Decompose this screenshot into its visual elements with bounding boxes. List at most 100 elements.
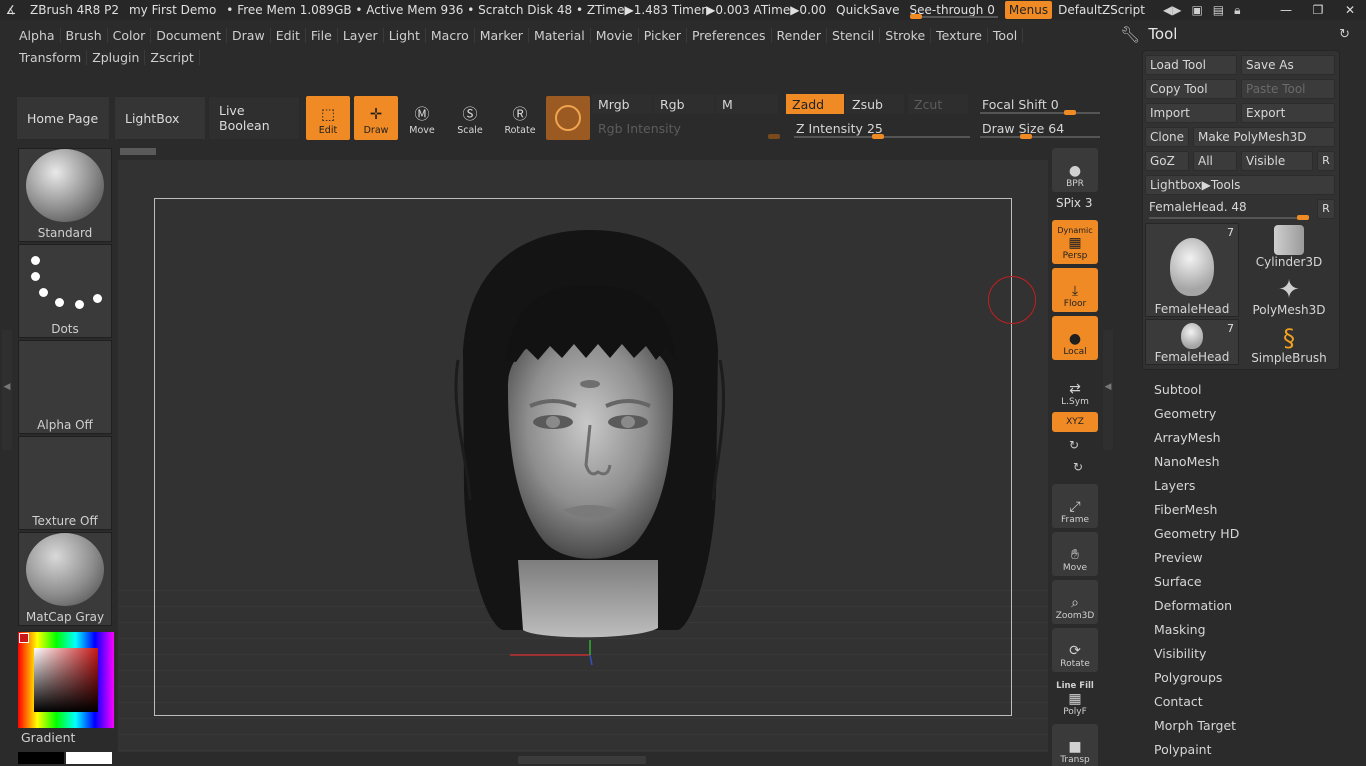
- menu-texture[interactable]: Texture: [931, 27, 988, 43]
- m-button[interactable]: M: [716, 94, 778, 114]
- menu-tool[interactable]: Tool: [988, 27, 1024, 43]
- menu-light[interactable]: Light: [384, 27, 426, 43]
- lightbox-button[interactable]: LightBox: [114, 96, 206, 140]
- menu-render[interactable]: Render: [772, 27, 828, 43]
- material-swatch[interactable]: [546, 96, 590, 140]
- menus-toggle-button[interactable]: Menus: [1004, 1, 1053, 19]
- rgb-intensity-knob[interactable]: [768, 134, 780, 139]
- rotate-mode-button[interactable]: Ⓡ Rotate: [498, 96, 542, 140]
- menu-macro[interactable]: Macro: [426, 27, 475, 43]
- rgb-button[interactable]: Rgb: [654, 94, 714, 114]
- left-tray-toggle[interactable]: ◀: [2, 330, 12, 450]
- paste-tool-button[interactable]: Paste Tool: [1241, 79, 1335, 99]
- zcut-button[interactable]: Zcut: [908, 94, 968, 114]
- tool-tile-cylinder3d[interactable]: Cylinder3D: [1241, 223, 1337, 269]
- quicksave-button[interactable]: QuickSave: [836, 3, 899, 17]
- current-tool-r-button[interactable]: R: [1317, 199, 1335, 219]
- goz-all-button[interactable]: All: [1193, 151, 1237, 171]
- subpalette-deformation[interactable]: Deformation: [1154, 596, 1344, 620]
- scale-mode-button[interactable]: Ⓢ Scale: [448, 96, 492, 140]
- lock-icon[interactable]: 🔒︎: [1234, 3, 1240, 18]
- menu-picker[interactable]: Picker: [639, 27, 687, 43]
- canvas-bottom-handle[interactable]: [518, 756, 646, 764]
- polyf-button[interactable]: Line Fill ▦ PolyF: [1052, 676, 1098, 720]
- subpalette-nanomesh[interactable]: NanoMesh: [1154, 452, 1344, 476]
- color-saturation-field[interactable]: [34, 648, 98, 712]
- subpalette-polygroups[interactable]: Polygroups: [1154, 668, 1344, 692]
- menu-edit[interactable]: Edit: [271, 27, 306, 43]
- frame-button[interactable]: ⤢ Frame: [1052, 484, 1098, 528]
- brush-selector[interactable]: Standard: [18, 148, 112, 242]
- bpr-button[interactable]: ● BPR: [1052, 148, 1098, 192]
- load-tool-button[interactable]: Load Tool: [1145, 55, 1237, 75]
- subpalette-arraymesh[interactable]: ArrayMesh: [1154, 428, 1344, 452]
- subpalette-geometry-hd[interactable]: Geometry HD: [1154, 524, 1344, 548]
- subpalette-subtool[interactable]: Subtool: [1154, 380, 1344, 404]
- current-tool-slider[interactable]: FemaleHead. 48: [1145, 197, 1313, 217]
- material-selector[interactable]: MatCap Gray: [18, 532, 112, 626]
- rgb-intensity-slider[interactable]: Rgb Intensity: [592, 118, 786, 138]
- female-head-model[interactable]: [118, 160, 1048, 752]
- current-tool-knob[interactable]: [1297, 215, 1309, 220]
- subpalette-layers[interactable]: Layers: [1154, 476, 1344, 500]
- floor-button[interactable]: ⤓ Floor: [1052, 268, 1098, 312]
- color-picker[interactable]: [18, 632, 114, 728]
- focal-shift-knob[interactable]: [1064, 110, 1076, 115]
- copy-tool-button[interactable]: Copy Tool: [1145, 79, 1237, 99]
- draw-size-knob[interactable]: [1020, 134, 1032, 139]
- persp-button[interactable]: Dynamic ▦ Persp: [1052, 220, 1098, 264]
- transp-button[interactable]: ■ Transp: [1052, 724, 1098, 766]
- lsym-button[interactable]: ⇄ L.Sym: [1052, 366, 1098, 410]
- refresh-icon[interactable]: ↻: [1339, 27, 1350, 42]
- document-canvas[interactable]: [118, 160, 1048, 752]
- menu-layer[interactable]: Layer: [338, 27, 384, 43]
- layout-alt-icon[interactable]: ▤: [1213, 3, 1224, 18]
- draw-mode-button[interactable]: ✛ Draw: [354, 96, 398, 140]
- mrgb-button[interactable]: Mrgb: [592, 94, 652, 114]
- menu-document[interactable]: Document: [151, 27, 228, 43]
- local-button[interactable]: ● Local: [1052, 316, 1098, 360]
- main-color-swatch[interactable]: [66, 752, 112, 764]
- tool-tile-simplebrush[interactable]: § SimpleBrush: [1241, 319, 1337, 365]
- save-as-button[interactable]: Save As: [1241, 55, 1335, 75]
- arrows-icon[interactable]: ◀▶: [1163, 3, 1181, 18]
- lightbox-tools-button[interactable]: Lightbox▶Tools: [1145, 175, 1335, 195]
- stroke-selector[interactable]: Dots: [18, 244, 112, 338]
- menu-material[interactable]: Material: [529, 27, 591, 43]
- move-mode-button[interactable]: Ⓜ Move: [400, 96, 444, 140]
- layout-icon[interactable]: ▣: [1191, 3, 1202, 18]
- tool-tile-femalehead[interactable]: 7 FemaleHead: [1145, 223, 1239, 317]
- menu-zplugin[interactable]: Zplugin: [87, 49, 146, 65]
- subpalette-masking[interactable]: Masking: [1154, 620, 1344, 644]
- subpalette-surface[interactable]: Surface: [1154, 572, 1344, 596]
- close-icon[interactable]: ✕: [1334, 0, 1366, 20]
- spix-slider[interactable]: SPix 3: [1056, 196, 1092, 210]
- tool-tile-femalehead-small[interactable]: 7 FemaleHead: [1145, 319, 1239, 365]
- texture-selector[interactable]: Texture Off: [18, 436, 112, 530]
- subpalette-contact[interactable]: Contact: [1154, 692, 1344, 716]
- focal-shift-slider[interactable]: Focal Shift 0: [976, 94, 1100, 114]
- z-intensity-knob[interactable]: [872, 134, 884, 139]
- subpalette-visibility[interactable]: Visibility: [1154, 644, 1344, 668]
- menu-draw[interactable]: Draw: [227, 27, 271, 43]
- rotate-y-icon[interactable]: ↻: [1069, 438, 1079, 452]
- zsub-button[interactable]: Zsub: [846, 94, 904, 114]
- goz-r-button[interactable]: R: [1317, 151, 1335, 171]
- menu-movie[interactable]: Movie: [591, 27, 639, 43]
- menu-stencil[interactable]: Stencil: [827, 27, 881, 43]
- minimize-icon[interactable]: —: [1270, 0, 1302, 20]
- rotate-z-icon[interactable]: ↻: [1073, 460, 1083, 474]
- right-tray-toggle[interactable]: ◀: [1103, 330, 1113, 450]
- menu-stroke[interactable]: Stroke: [880, 27, 932, 43]
- canvas-tab[interactable]: [120, 148, 156, 155]
- subpalette-geometry[interactable]: Geometry: [1154, 404, 1344, 428]
- home-page-button[interactable]: Home Page: [16, 96, 110, 140]
- alpha-selector[interactable]: Alpha Off: [18, 340, 112, 434]
- clone-button[interactable]: Clone: [1145, 127, 1189, 147]
- subpalette-polypaint[interactable]: Polypaint: [1154, 740, 1344, 764]
- xyz-button[interactable]: XYZ: [1052, 412, 1098, 432]
- menu-alpha[interactable]: Alpha: [14, 27, 61, 43]
- live-boolean-button[interactable]: Live Boolean: [208, 96, 300, 140]
- see-through-slider[interactable]: See-through 0: [909, 3, 998, 19]
- gradient-label[interactable]: Gradient: [21, 730, 75, 745]
